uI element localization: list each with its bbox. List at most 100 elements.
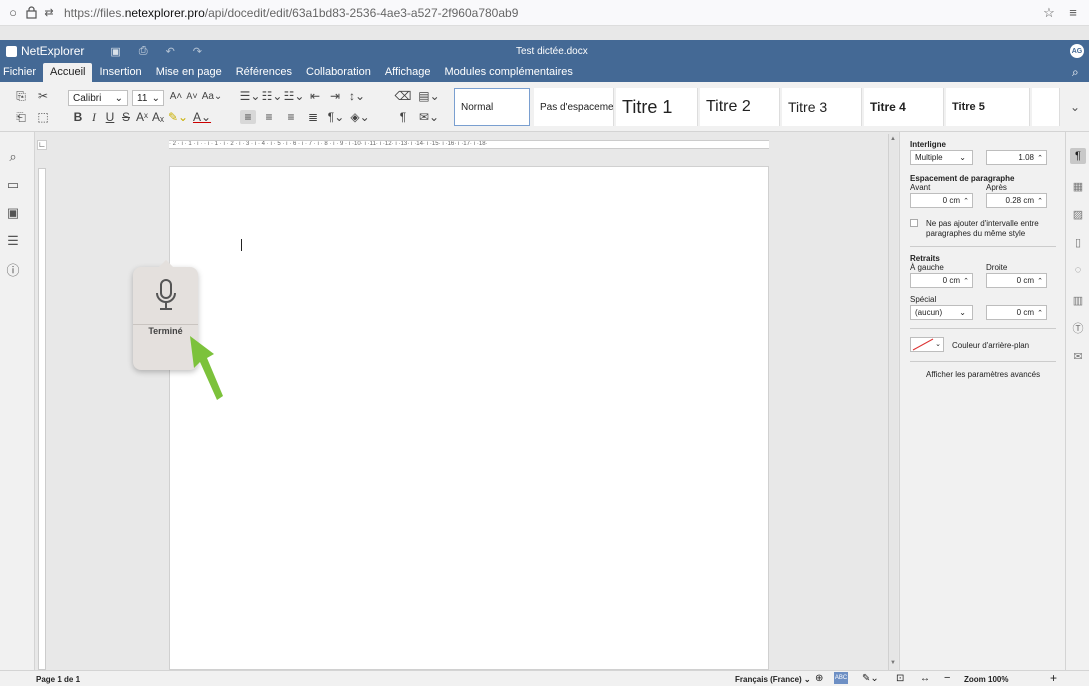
save-icon[interactable]: ▣ — [110, 45, 120, 58]
tab-references[interactable]: Références — [229, 63, 299, 82]
image-settings-icon[interactable]: ▨ — [1070, 206, 1086, 222]
track-changes-icon[interactable]: ✎⌄ — [862, 673, 879, 684]
change-case-icon[interactable]: Aa⌄ — [202, 89, 223, 103]
permissions-icon[interactable]: ⇄ — [40, 4, 58, 22]
align-right-icon[interactable]: ≡ — [284, 110, 298, 124]
subscript-icon[interactable]: Aₓ — [152, 110, 164, 124]
undo-icon[interactable]: ↶ — [166, 45, 175, 58]
bg-color-picker[interactable]: ⌄ — [910, 337, 944, 352]
style-title-4[interactable]: Titre 4 — [864, 88, 944, 126]
tab-stop-selector[interactable]: ∟ — [37, 140, 47, 150]
spellcheck-icon[interactable]: ABC — [834, 672, 848, 684]
mail-icon[interactable]: ✉ — [1070, 348, 1086, 364]
tab-insertion[interactable]: Insertion — [92, 63, 148, 82]
bullet-list-icon[interactable]: ☰⌄ — [240, 89, 261, 103]
info-icon[interactable]: ⓘ — [4, 260, 22, 278]
style-title-1[interactable]: Titre 1 — [616, 88, 698, 126]
line-spacing-mode-select[interactable]: Multiple ⌄ — [910, 150, 973, 165]
zoom-in-icon[interactable]: + — [1050, 671, 1057, 685]
microphone-icon[interactable] — [153, 277, 179, 317]
print-icon[interactable]: ⎙ — [139, 45, 148, 58]
font-family-select[interactable]: Calibri ⌄ — [68, 90, 128, 106]
style-title-5[interactable]: Titre 5 — [946, 88, 1030, 126]
italic-icon[interactable]: I — [88, 110, 100, 124]
clear-format-icon[interactable]: ⌫ — [395, 89, 412, 103]
zoom-out-icon[interactable]: − — [944, 672, 950, 684]
styles-expand-icon[interactable]: ⌄ — [1066, 98, 1084, 116]
tab-affichage[interactable]: Affichage — [378, 63, 438, 82]
color-scheme-icon[interactable]: ▤⌄ — [418, 89, 440, 103]
fit-width-icon[interactable]: ↔ — [920, 673, 930, 684]
spacing-before-input[interactable]: 0 cm ⌃ — [910, 193, 973, 208]
scroll-down-icon[interactable]: ▼ — [890, 660, 896, 666]
globe-icon[interactable]: ⊕ — [815, 673, 823, 684]
copy-icon[interactable]: ⎘ — [14, 89, 28, 103]
menu-icon[interactable]: ≡ — [1064, 4, 1082, 22]
indent-right-input[interactable]: 0 cm ⌃ — [986, 273, 1047, 288]
horizontal-ruler[interactable]: · 2 · ı · 1 · ı · · ı · 1 · ı · 2 · ı · … — [169, 140, 769, 149]
search-icon[interactable]: ⌕ — [4, 148, 22, 166]
style-title-3[interactable]: Titre 3 — [782, 88, 862, 126]
vertical-scrollbar[interactable]: ▲ ▼ — [888, 134, 898, 670]
tab-mise-en-page[interactable]: Mise en page — [149, 63, 229, 82]
lock-icon[interactable] — [22, 4, 40, 22]
tab-accueil[interactable]: Accueil — [43, 63, 93, 82]
chart-settings-icon[interactable]: ▥ — [1070, 292, 1086, 308]
paragraph-marks-icon[interactable]: ¶⌄ — [326, 110, 346, 124]
line-spacing-value-input[interactable]: 1.08 ⌃ — [986, 150, 1047, 165]
multilevel-list-icon[interactable]: ☳⌄ — [284, 89, 305, 103]
numbered-list-icon[interactable]: ☷⌄ — [262, 89, 283, 103]
bold-icon[interactable]: B — [72, 110, 84, 124]
font-size-select[interactable]: 11 ⌄ — [132, 90, 164, 106]
select-all-icon[interactable]: ⬚ — [36, 110, 50, 124]
tab-fichier[interactable]: Fichier — [0, 63, 43, 82]
superscript-icon[interactable]: Aˣ — [136, 110, 148, 124]
increase-font-icon[interactable]: A˄ — [170, 89, 183, 103]
advanced-settings-link[interactable]: Afficher les paramètres avancés — [926, 370, 1040, 379]
paragraph-settings-icon[interactable]: ¶ — [1070, 148, 1086, 164]
style-title-2[interactable]: Titre 2 — [700, 88, 780, 126]
shading-icon[interactable]: ◈⌄ — [350, 110, 370, 124]
fit-page-icon[interactable]: ⊡ — [896, 673, 904, 684]
scroll-up-icon[interactable]: ▲ — [890, 136, 896, 142]
underline-icon[interactable]: U — [104, 110, 116, 124]
no-interval-checkbox[interactable] — [910, 219, 918, 227]
search-icon[interactable]: ⌕ — [1072, 65, 1079, 80]
copy-style-icon[interactable]: ¶ — [396, 110, 410, 124]
justify-icon[interactable]: ≣ — [306, 110, 320, 124]
align-left-icon[interactable]: ≡ — [240, 110, 256, 124]
table-settings-icon[interactable]: ▦ — [1070, 178, 1086, 194]
document-page[interactable] — [169, 166, 769, 670]
decrease-font-icon[interactable]: A˅ — [186, 89, 198, 103]
user-avatar[interactable]: AG — [1070, 44, 1084, 58]
comments-icon[interactable]: ▭ — [4, 176, 22, 194]
font-color-icon[interactable]: A⌄ — [192, 110, 212, 124]
decrease-indent-icon[interactable]: ⇤ — [308, 89, 322, 103]
tab-collaboration[interactable]: Collaboration — [299, 63, 378, 82]
paste-icon[interactable]: ⎗ — [14, 110, 28, 124]
special-indent-select[interactable]: (aucun) ⌄ — [910, 305, 973, 320]
navigation-icon[interactable]: ☰ — [4, 232, 22, 250]
highlight-icon[interactable]: ✎⌄ — [168, 110, 188, 124]
style-no-spacing[interactable]: Pas d'espaceme — [534, 88, 614, 126]
redo-icon[interactable]: ↷ — [193, 45, 202, 58]
mail-merge-icon[interactable]: ✉⌄ — [418, 110, 440, 124]
header-footer-icon[interactable]: ▯ — [1070, 234, 1086, 250]
shield-icon[interactable]: ○ — [4, 4, 22, 22]
strikethrough-icon[interactable]: S — [120, 110, 132, 124]
spacing-after-input[interactable]: 0.28 cm ⌃ — [986, 193, 1047, 208]
indent-left-input[interactable]: 0 cm ⌃ — [910, 273, 973, 288]
line-spacing-icon[interactable]: ↕⌄ — [346, 89, 368, 103]
vertical-ruler[interactable] — [38, 168, 46, 670]
cut-icon[interactable]: ✂ — [36, 89, 50, 103]
chat-icon[interactable]: ▣ — [4, 204, 22, 222]
shape-settings-icon[interactable]: ◌ — [1070, 262, 1086, 278]
url-text[interactable]: https://files.netexplorer.pro/api/docedi… — [64, 6, 518, 20]
align-center-icon[interactable]: ≡ — [262, 110, 276, 124]
increase-indent-icon[interactable]: ⇥ — [328, 89, 342, 103]
bookmark-star-icon[interactable]: ☆ — [1040, 4, 1058, 22]
text-art-icon[interactable]: Ⓣ — [1070, 320, 1086, 336]
tab-modules[interactable]: Modules complémentaires — [438, 63, 580, 82]
style-blank[interactable] — [1032, 88, 1060, 126]
language-select[interactable]: Français (France) ⌄ — [735, 675, 811, 684]
